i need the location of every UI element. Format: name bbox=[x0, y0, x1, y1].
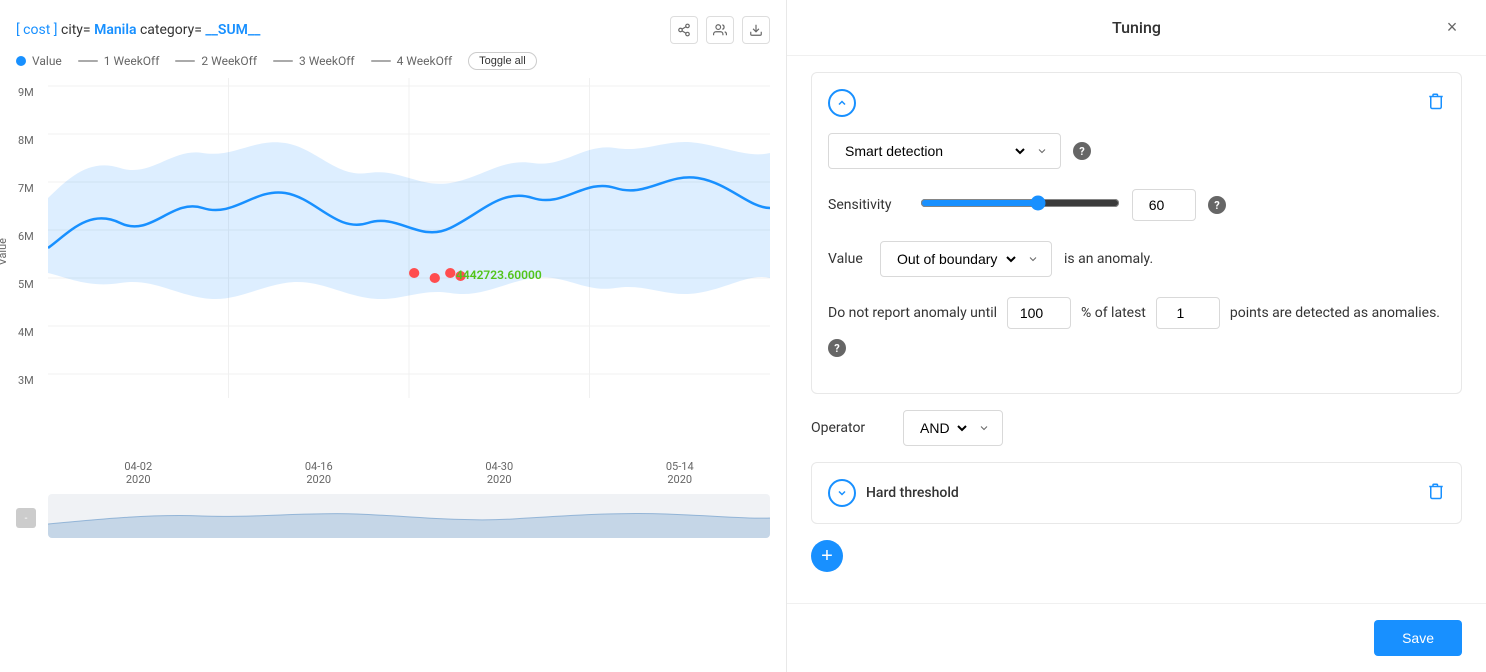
chart-legend: Value 1 WeekOff 2 WeekOff 3 WeekOff 4 We… bbox=[16, 52, 770, 70]
smart-detection-card: Smart detection Hard threshold Median ab… bbox=[811, 72, 1462, 394]
x-label-0514: 05-142020 bbox=[666, 460, 694, 486]
operator-dropdown[interactable]: AND OR bbox=[916, 419, 970, 437]
sensitivity-row: Sensitivity ? bbox=[828, 189, 1445, 221]
boundary-select[interactable]: Out of boundary Above boundary Below bou… bbox=[880, 241, 1052, 277]
download-icon[interactable] bbox=[742, 16, 770, 44]
chart-header: [ cost ] city= Manila category= __SUM__ bbox=[16, 16, 770, 44]
hard-threshold-left: Hard threshold bbox=[828, 479, 959, 507]
legend-3weekoff-label: 3 WeekOff bbox=[299, 54, 355, 68]
legend-1weekoff-label: 1 WeekOff bbox=[104, 54, 160, 68]
delete-condition-icon[interactable] bbox=[1427, 92, 1445, 115]
legend-2weekoff-label: 2 WeekOff bbox=[201, 54, 257, 68]
chart-icons bbox=[670, 16, 770, 44]
report-points-input[interactable] bbox=[1156, 297, 1220, 329]
legend-2weekoff-line bbox=[175, 60, 195, 62]
sensitivity-input[interactable] bbox=[1132, 189, 1196, 221]
x-label-0402: 04-022020 bbox=[124, 460, 152, 486]
operator-chevron-icon bbox=[978, 422, 990, 434]
tuning-panel: Tuning × bbox=[786, 0, 1486, 672]
sensitivity-slider-container bbox=[920, 195, 1120, 215]
chart-area: Value 9M 8M 7M 6M 5M 4M 3M bbox=[16, 78, 770, 538]
legend-3weekoff: 3 WeekOff bbox=[273, 54, 355, 68]
anomaly-value-label: 4442723.60000 bbox=[456, 268, 542, 282]
condition-header bbox=[828, 89, 1445, 117]
x-label-0416: 04-162020 bbox=[305, 460, 333, 486]
legend-2weekoff: 2 WeekOff bbox=[175, 54, 257, 68]
sensitivity-slider[interactable] bbox=[920, 195, 1120, 211]
mini-chart-svg bbox=[48, 494, 770, 538]
y-label-7m: 7M bbox=[18, 182, 34, 195]
legend-1weekoff: 1 WeekOff bbox=[78, 54, 160, 68]
value-row: Value Out of boundary Above boundary Bel… bbox=[828, 241, 1445, 277]
hard-threshold-card: Hard threshold bbox=[811, 462, 1462, 524]
hard-threshold-label: Hard threshold bbox=[866, 485, 959, 501]
cost-bracket: [ cost ] bbox=[16, 22, 58, 38]
tuning-footer: Save bbox=[787, 603, 1486, 672]
y-label-8m: 8M bbox=[18, 134, 34, 147]
dropdown-chevron-icon bbox=[1036, 145, 1048, 157]
legend-value-label: Value bbox=[32, 54, 62, 68]
expand-collapse-icon[interactable] bbox=[828, 89, 856, 117]
x-label-0430: 04-302020 bbox=[485, 460, 513, 486]
chart-collapse-button[interactable]: - bbox=[16, 508, 36, 528]
tuning-header: Tuning × bbox=[787, 0, 1486, 56]
tuning-body: Smart detection Hard threshold Median ab… bbox=[787, 56, 1486, 603]
report-help-icon[interactable]: ? bbox=[828, 339, 846, 357]
y-label-4m: 4M bbox=[18, 326, 34, 339]
points-label: points are detected as anomalies. bbox=[1230, 305, 1440, 321]
legend-1weekoff-line bbox=[78, 60, 98, 62]
detection-method-select[interactable]: Smart detection Hard threshold Median ab… bbox=[828, 133, 1061, 169]
legend-4weekoff-label: 4 WeekOff bbox=[397, 54, 453, 68]
legend-value: Value bbox=[16, 54, 62, 68]
y-label-5m: 5M bbox=[18, 278, 34, 291]
y-axis-label: Value bbox=[0, 238, 9, 265]
chevron-down-svg bbox=[836, 487, 848, 499]
operator-label: Operator bbox=[811, 420, 891, 436]
save-button[interactable]: Save bbox=[1374, 620, 1462, 656]
sensitivity-label: Sensitivity bbox=[828, 197, 908, 213]
chart-title: [ cost ] city= Manila category= __SUM__ bbox=[16, 22, 260, 38]
close-button[interactable]: × bbox=[1438, 14, 1466, 42]
value-label: Value bbox=[828, 251, 868, 267]
report-percent-input[interactable] bbox=[1007, 297, 1071, 329]
x-axis: 04-022020 04-162020 04-302020 05-142020 bbox=[48, 460, 770, 486]
boundary-chevron-icon bbox=[1027, 253, 1039, 265]
collapse-icon: - bbox=[25, 513, 28, 524]
operator-row: Operator AND OR bbox=[811, 410, 1462, 446]
hard-threshold-expand-icon[interactable] bbox=[828, 479, 856, 507]
toggle-all-button[interactable]: Toggle all bbox=[468, 52, 536, 70]
operator-select[interactable]: AND OR bbox=[903, 410, 1003, 446]
boundary-dropdown[interactable]: Out of boundary Above boundary Below bou… bbox=[893, 250, 1019, 268]
delete-hard-threshold-icon[interactable] bbox=[1427, 482, 1445, 505]
legend-3weekoff-line bbox=[273, 60, 293, 62]
sensitivity-help-icon[interactable]: ? bbox=[1208, 196, 1226, 214]
detection-method-dropdown[interactable]: Smart detection Hard threshold Median ab… bbox=[841, 142, 1028, 160]
report-row: Do not report anomaly until % of latest … bbox=[828, 297, 1445, 357]
anomaly-text: is an anomaly. bbox=[1064, 251, 1153, 267]
report-label: Do not report anomaly until bbox=[828, 305, 997, 321]
chart-panel: [ cost ] city= Manila category= __SUM__ bbox=[0, 0, 786, 672]
category-value: __SUM__ bbox=[205, 22, 260, 38]
y-label-9m: 9M bbox=[18, 86, 34, 99]
y-label-6m: 6M bbox=[18, 230, 34, 243]
trash-icon bbox=[1427, 482, 1445, 500]
user-icon[interactable] bbox=[706, 16, 734, 44]
detection-method-row: Smart detection Hard threshold Median ab… bbox=[828, 133, 1445, 169]
legend-4weekoff: 4 WeekOff bbox=[371, 54, 453, 68]
city-key: city= bbox=[61, 22, 91, 38]
chart-svg bbox=[48, 78, 770, 418]
legend-4weekoff-line bbox=[371, 60, 391, 62]
y-label-3m: 3M bbox=[18, 374, 34, 387]
share-icon[interactable] bbox=[670, 16, 698, 44]
city-value: Manila bbox=[94, 22, 136, 38]
add-icon: + bbox=[821, 545, 833, 568]
mini-chart bbox=[48, 494, 770, 538]
category-eq: category= bbox=[140, 22, 202, 38]
detection-help-icon[interactable]: ? bbox=[1073, 142, 1091, 160]
add-condition-button[interactable]: + bbox=[811, 540, 843, 572]
percent-of-latest-label: % of latest bbox=[1081, 305, 1146, 321]
legend-value-dot bbox=[16, 56, 26, 66]
tuning-title: Tuning bbox=[1112, 18, 1161, 37]
